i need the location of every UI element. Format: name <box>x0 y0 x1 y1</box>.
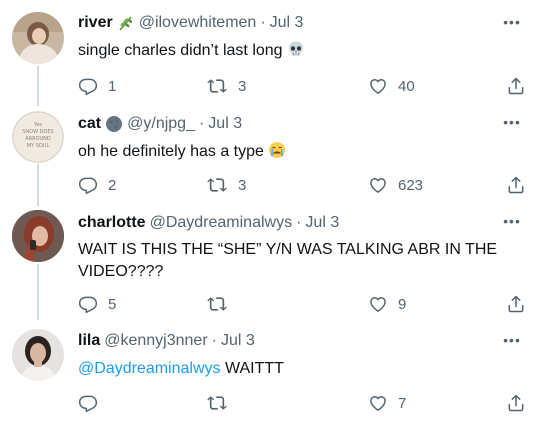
tweet-header: charlotte @Daydreaminalwys · Jul 3 <box>78 212 339 234</box>
retweet-icon <box>207 297 227 311</box>
reply-icon <box>78 78 98 96</box>
tweet-text-body: WAITTT <box>224 360 284 377</box>
separator-dot: · <box>198 115 205 132</box>
display-name[interactable]: lila <box>78 330 100 352</box>
tweet-text: single charles didn’t last long <box>78 40 498 65</box>
separator-dot: · <box>211 332 217 349</box>
like-count: 9 <box>398 295 407 313</box>
share-icon <box>508 176 524 194</box>
retweet-count: 3 <box>238 77 247 95</box>
separator-dot: · <box>296 214 302 231</box>
share-button[interactable] <box>506 293 526 315</box>
skull-emoji-icon <box>287 40 305 65</box>
avatar[interactable] <box>12 210 64 262</box>
retweet-button[interactable]: 3 <box>206 174 246 196</box>
avatar[interactable]: Yes SNOW DOES ARROUND MY SOUL <box>12 111 64 163</box>
tweet-header: river @ilovewhitemen · Jul 3 <box>78 12 303 34</box>
share-button[interactable] <box>506 75 526 97</box>
svg-text:MY SOUL: MY SOUL <box>27 143 50 149</box>
user-handle[interactable]: @y/njpg_ <box>127 113 195 135</box>
retweet-button[interactable]: 3 <box>206 75 246 97</box>
tweet-text: @Daydreaminalwys WAITTT <box>78 358 498 380</box>
tweet-header: lila @kennyj3nner · Jul 3 <box>78 330 255 352</box>
heart-icon <box>370 79 386 94</box>
display-name[interactable]: cat <box>78 113 101 135</box>
retweet-icon <box>207 178 227 192</box>
like-button[interactable]: 623 <box>368 174 423 196</box>
display-name[interactable]: charlotte <box>78 212 146 234</box>
tweet-actions: 2 3 623 <box>78 174 528 196</box>
moon-emoji-icon <box>105 115 123 133</box>
mention-link[interactable]: @Daydreaminalwys <box>78 360 221 377</box>
reply-icon <box>78 395 98 413</box>
reply-count: 2 <box>108 176 117 194</box>
timestamp[interactable]: Jul 3 <box>305 212 339 234</box>
tweet-actions: 5 9 <box>78 293 528 315</box>
separator-dot: · <box>260 14 266 31</box>
timestamp[interactable]: Jul 3 <box>221 330 255 352</box>
share-button[interactable] <box>506 392 526 414</box>
retweet-count: 3 <box>238 176 247 194</box>
retweet-button[interactable] <box>206 293 228 315</box>
tweet-actions: 7 <box>78 392 528 414</box>
share-icon <box>508 295 524 313</box>
user-handle[interactable]: @kennyj3nner <box>104 330 207 352</box>
herb-emoji-icon <box>117 14 135 32</box>
tweet-header: cat @y/njpg_ · Jul 3 <box>78 113 242 135</box>
tweet[interactable]: lila @kennyj3nner · Jul 3 ••• @Daydreami… <box>0 320 540 425</box>
heart-icon <box>370 297 386 312</box>
reply-button[interactable]: 2 <box>78 174 116 196</box>
like-button[interactable]: 9 <box>368 293 406 315</box>
more-options-button[interactable]: ••• <box>502 330 522 350</box>
avatar-handwriting: Yes <box>33 122 42 128</box>
like-button[interactable]: 7 <box>368 392 406 414</box>
reply-count: 5 <box>108 295 117 313</box>
avatar[interactable] <box>12 12 64 64</box>
tweet-actions: 1 3 40 <box>78 75 528 97</box>
retweet-button[interactable] <box>206 392 228 414</box>
heart-icon <box>370 396 386 411</box>
share-icon <box>508 394 524 412</box>
retweet-icon <box>207 396 227 410</box>
tweet-text: oh he definitely has a type <box>78 141 498 166</box>
tweet-text-body: single charles didn’t last long <box>78 42 283 59</box>
share-button[interactable] <box>506 174 526 196</box>
timestamp[interactable]: Jul 3 <box>270 12 304 34</box>
svg-text:SNOW DOES: SNOW DOES <box>22 129 54 135</box>
like-count: 623 <box>398 176 424 194</box>
reply-button[interactable]: 5 <box>78 293 116 315</box>
svg-text:ARROUND: ARROUND <box>25 136 51 142</box>
tweet-text: WAIT IS THIS THE “SHE” Y/N WAS TALKING A… <box>78 241 498 280</box>
crying-face-emoji-icon <box>268 141 286 166</box>
tweet[interactable]: charlotte @Daydreaminalwys · Jul 3 ••• W… <box>0 205 540 320</box>
reply-icon <box>78 177 98 195</box>
reply-icon <box>78 296 98 314</box>
user-handle[interactable]: @ilovewhitemen <box>139 12 257 34</box>
share-icon <box>508 77 524 95</box>
reply-count: 1 <box>108 77 117 95</box>
reply-button[interactable] <box>78 392 98 414</box>
more-options-button[interactable]: ••• <box>502 112 522 132</box>
like-count: 40 <box>398 77 415 95</box>
timestamp[interactable]: Jul 3 <box>208 113 242 135</box>
retweet-icon <box>207 79 227 93</box>
reply-button[interactable]: 1 <box>78 75 116 97</box>
tweet[interactable]: Yes SNOW DOES ARROUND MY SOUL cat @y/njp… <box>0 105 540 205</box>
more-options-button[interactable]: ••• <box>502 211 522 231</box>
tweet-text-body: oh he definitely has a type <box>78 143 264 160</box>
like-count: 7 <box>398 394 407 412</box>
heart-icon <box>370 178 386 193</box>
user-handle[interactable]: @Daydreaminalwys <box>150 212 293 234</box>
reply-thread: river @ilovewhitemen · Jul 3 ••• single … <box>0 0 540 425</box>
display-name[interactable]: river <box>78 12 113 34</box>
more-options-button[interactable]: ••• <box>502 12 522 32</box>
like-button[interactable]: 40 <box>368 75 415 97</box>
avatar[interactable] <box>12 329 64 381</box>
tweet[interactable]: river @ilovewhitemen · Jul 3 ••• single … <box>0 0 540 105</box>
